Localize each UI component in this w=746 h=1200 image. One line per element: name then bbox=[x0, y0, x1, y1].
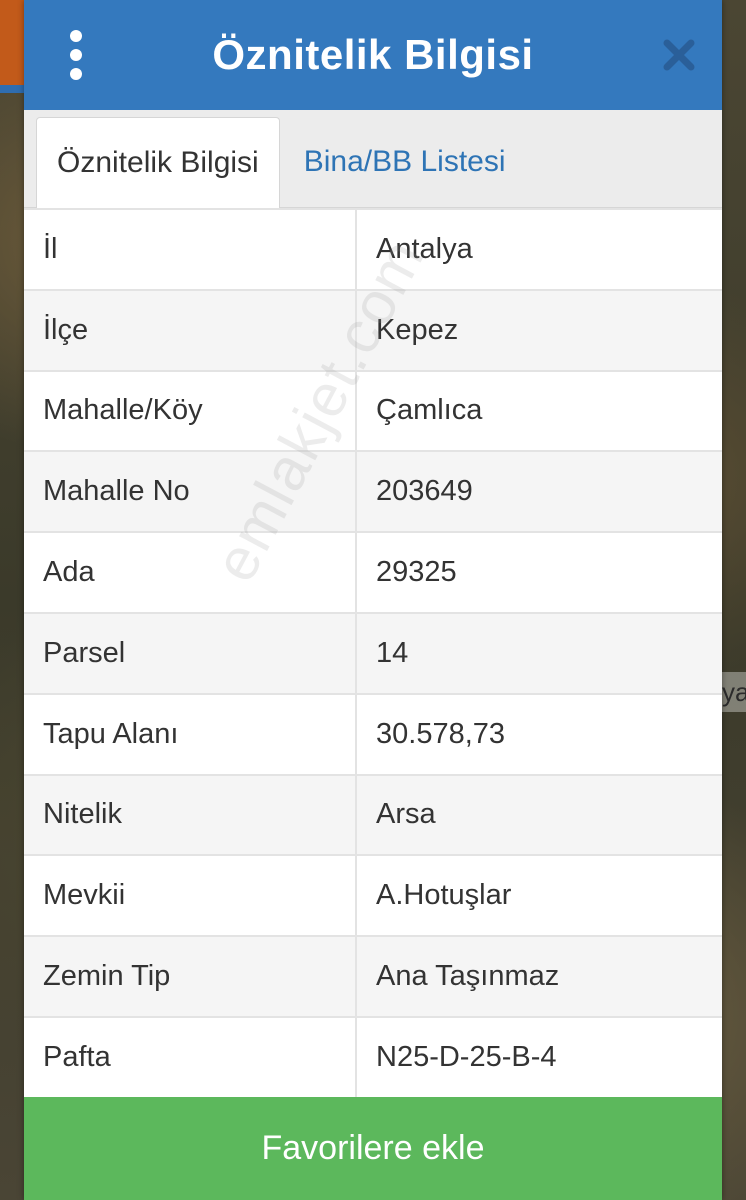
attribute-value: Ana Taşınmaz bbox=[355, 935, 722, 1018]
tab-attribute-info[interactable]: Öznitelik Bilgisi bbox=[36, 117, 280, 208]
attribute-key: Zemin Tip bbox=[24, 935, 357, 1018]
table-row: Pafta N25-D-25-B-4 bbox=[24, 1015, 722, 1099]
attribute-key: İl bbox=[24, 208, 357, 291]
attribute-key: Parsel bbox=[24, 611, 357, 695]
attribute-value: 29325 bbox=[355, 531, 722, 614]
attribute-key: Mahalle/Köy bbox=[24, 369, 357, 453]
table-row: Mahalle/Köy Çamlıca bbox=[24, 369, 722, 453]
attribute-key: Ada bbox=[24, 531, 357, 614]
attribute-key: Mevkii bbox=[24, 854, 357, 938]
attribute-value: Çamlıca bbox=[355, 369, 722, 453]
attribute-key: Nitelik bbox=[24, 773, 357, 857]
tab-bar: Öznitelik Bilgisi Bina/BB Listesi bbox=[24, 110, 722, 208]
attribute-key: İlçe bbox=[24, 288, 357, 372]
tab-building-list[interactable]: Bina/BB Listesi bbox=[280, 117, 526, 207]
attribute-value: A.Hotuşlar bbox=[355, 854, 722, 938]
dialog-title: Öznitelik Bilgisi bbox=[212, 31, 534, 78]
table-row: Nitelik Arsa bbox=[24, 773, 722, 857]
more-vertical-icon[interactable] bbox=[64, 30, 88, 80]
table-row: Mahalle No 203649 bbox=[24, 450, 722, 534]
attribute-key: Mahalle No bbox=[24, 450, 357, 534]
map-label: ya bbox=[722, 672, 746, 712]
table-row: Zemin Tip Ana Taşınmaz bbox=[24, 935, 722, 1018]
attribute-value: Kepez bbox=[355, 288, 722, 372]
dialog-header: Öznitelik Bilgisi bbox=[24, 0, 722, 110]
table-row: Ada 29325 bbox=[24, 531, 722, 614]
attribute-value: N25-D-25-B-4 bbox=[355, 1015, 722, 1099]
attribute-key: Tapu Alanı bbox=[24, 692, 357, 776]
table-row: Parsel 14 bbox=[24, 611, 722, 695]
table-row: İlçe Kepez bbox=[24, 288, 722, 372]
attribute-dialog: Öznitelik Bilgisi Öznitelik Bilgisi Bina… bbox=[24, 0, 722, 1200]
attribute-table: İl Antalya İlçe Kepez Mahalle/Köy Çamlıca Maha… bbox=[24, 208, 722, 1099]
attribute-value: 203649 bbox=[355, 450, 722, 534]
close-icon[interactable] bbox=[662, 38, 696, 72]
attribute-value: Arsa bbox=[355, 773, 722, 857]
table-row: Mevkii A.Hotuşlar bbox=[24, 854, 722, 938]
attribute-value: 30.578,73 bbox=[355, 692, 722, 776]
attribute-key: Pafta bbox=[24, 1015, 357, 1099]
table-row: Tapu Alanı 30.578,73 bbox=[24, 692, 722, 776]
table-row: İl Antalya bbox=[24, 208, 722, 291]
attribute-value: Antalya bbox=[355, 208, 722, 291]
attribute-value: 14 bbox=[355, 611, 722, 695]
add-to-favorites-button[interactable]: Favorilere ekle bbox=[24, 1097, 722, 1200]
